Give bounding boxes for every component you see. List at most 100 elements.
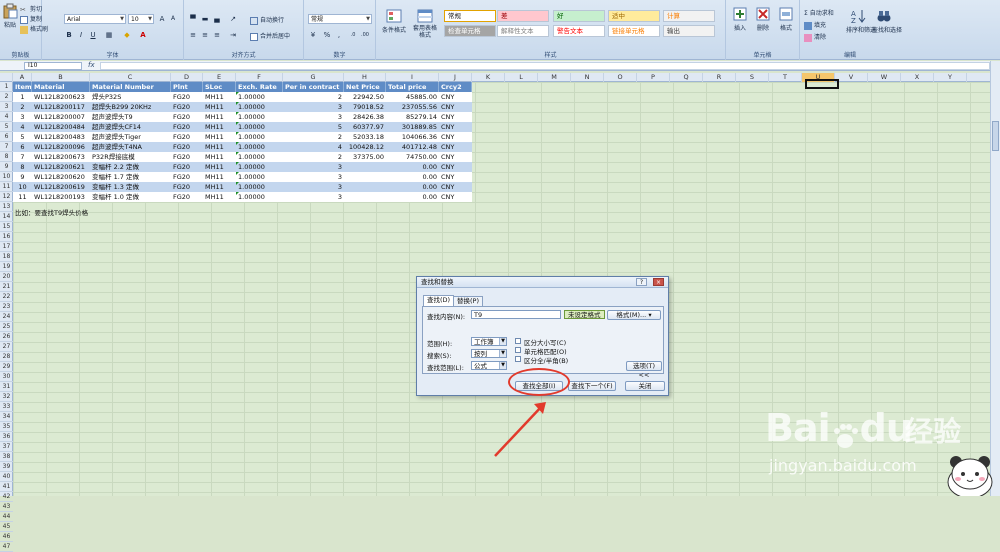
- column-header-w[interactable]: W: [868, 73, 901, 82]
- table-cell[interactable]: 2: [283, 92, 344, 102]
- table-cell[interactable]: WL12L8200117: [32, 102, 90, 112]
- table-cell[interactable]: 100428.12: [344, 142, 386, 152]
- row-header[interactable]: 14: [0, 212, 13, 222]
- bold-button[interactable]: B: [64, 30, 74, 40]
- close-icon[interactable]: ×: [653, 278, 664, 286]
- vertical-scrollbar[interactable]: [990, 61, 1000, 496]
- table-cell[interactable]: 超声波焊头Tiger: [90, 132, 171, 142]
- table-cell[interactable]: 2: [283, 132, 344, 142]
- table-cell[interactable]: 2: [13, 102, 32, 112]
- table-cell[interactable]: 1.00000: [236, 162, 283, 172]
- table-cell[interactable]: FG20: [171, 142, 203, 152]
- align-right-button[interactable]: ≡: [212, 30, 222, 40]
- table-cell[interactable]: 超声波焊头T9: [90, 112, 171, 122]
- cell-style-item[interactable]: 适中: [608, 10, 660, 22]
- conditional-format-button[interactable]: 条件格式: [380, 8, 408, 34]
- row-header[interactable]: 38: [0, 452, 13, 462]
- row-header[interactable]: 26: [0, 332, 13, 342]
- table-cell[interactable]: 0.00: [386, 182, 439, 192]
- table-cell[interactable]: 变幅杆 1.7 定做: [90, 172, 171, 182]
- row-header[interactable]: 1: [0, 82, 13, 92]
- table-cell[interactable]: WL12L8200096: [32, 142, 90, 152]
- table-cell[interactable]: 401712.48: [386, 142, 439, 152]
- align-bottom-button[interactable]: ▄: [212, 14, 222, 24]
- table-cell[interactable]: CNY: [439, 122, 472, 132]
- table-cell[interactable]: 74750.00: [386, 152, 439, 162]
- column-header-b[interactable]: B: [32, 73, 90, 82]
- table-cell[interactable]: 3: [283, 182, 344, 192]
- cell-style-item[interactable]: 链接单元格: [608, 25, 660, 37]
- search-select[interactable]: 按列 ▼: [471, 349, 507, 358]
- row-header[interactable]: 6: [0, 132, 13, 142]
- table-cell[interactable]: 1.00000: [236, 102, 283, 112]
- table-cell[interactable]: FG20: [171, 182, 203, 192]
- column-header-c[interactable]: C: [90, 73, 171, 82]
- row-header[interactable]: 23: [0, 302, 13, 312]
- close-button[interactable]: 关闭: [625, 381, 665, 391]
- row-header[interactable]: 44: [0, 512, 13, 522]
- table-cell[interactable]: 1.00000: [236, 122, 283, 132]
- column-header-h[interactable]: H: [344, 73, 386, 82]
- row-header[interactable]: 19: [0, 262, 13, 272]
- table-cell[interactable]: CNY: [439, 182, 472, 192]
- table-cell[interactable]: FG20: [171, 192, 203, 202]
- column-header-n[interactable]: N: [571, 73, 604, 82]
- font-color-button[interactable]: A: [138, 30, 148, 40]
- sort-filter-button[interactable]: AZ 排序和筛选: [846, 8, 876, 34]
- table-cell[interactable]: 104066.36: [386, 132, 439, 142]
- table-cell[interactable]: WL12L8200619: [32, 182, 90, 192]
- table-cell[interactable]: FG20: [171, 102, 203, 112]
- row-header[interactable]: 41: [0, 482, 13, 492]
- table-cell[interactable]: 1.00000: [236, 192, 283, 202]
- column-header-i[interactable]: I: [386, 73, 439, 82]
- table-header-cell[interactable]: SLoc: [203, 82, 236, 92]
- table-header-cell[interactable]: Exch. Rate: [236, 82, 283, 92]
- select-all-corner[interactable]: [0, 73, 13, 82]
- table-cell[interactable]: WL12L8200484: [32, 122, 90, 132]
- table-cell[interactable]: WL12L8200621: [32, 162, 90, 172]
- shrink-font-button[interactable]: A: [168, 14, 178, 24]
- row-header[interactable]: 25: [0, 322, 13, 332]
- table-cell[interactable]: 301889.85: [386, 122, 439, 132]
- column-header-y[interactable]: Y: [934, 73, 967, 82]
- table-cell[interactable]: 237055.56: [386, 102, 439, 112]
- options-button[interactable]: 选项(T) <<: [626, 361, 662, 379]
- wrap-text-button[interactable]: 自动换行: [250, 15, 284, 25]
- table-cell[interactable]: 0.00: [386, 192, 439, 202]
- row-header[interactable]: 7: [0, 142, 13, 152]
- note-cell[interactable]: 比如：要查找T9焊头价格: [15, 207, 88, 217]
- table-cell[interactable]: WL12L8200007: [32, 112, 90, 122]
- table-cell[interactable]: WL12L8200623: [32, 92, 90, 102]
- fill-color-button[interactable]: ◆: [122, 30, 132, 40]
- align-top-button[interactable]: ▀: [188, 14, 198, 24]
- table-cell[interactable]: 0.00: [386, 172, 439, 182]
- format-button[interactable]: 格式(M)... ▾: [607, 310, 661, 320]
- row-header[interactable]: 12: [0, 192, 13, 202]
- table-cell[interactable]: 9: [13, 172, 32, 182]
- match-case-checkbox[interactable]: [515, 338, 521, 344]
- table-cell[interactable]: 变幅杆 1.3 定做: [90, 182, 171, 192]
- column-header-q[interactable]: Q: [670, 73, 703, 82]
- cell-style-item[interactable]: 警告文本: [553, 25, 605, 37]
- table-cell[interactable]: MH11: [203, 122, 236, 132]
- row-header[interactable]: 45: [0, 522, 13, 532]
- look-in-select[interactable]: 公式 ▼: [471, 361, 507, 370]
- row-header[interactable]: 24: [0, 312, 13, 322]
- table-cell[interactable]: 22942.50: [344, 92, 386, 102]
- fill-button[interactable]: 填充: [804, 20, 826, 30]
- insert-cells-button[interactable]: 插入: [730, 6, 750, 32]
- table-cell[interactable]: CNY: [439, 172, 472, 182]
- table-cell[interactable]: FG20: [171, 132, 203, 142]
- column-header-a[interactable]: A: [13, 73, 32, 82]
- match-cell-checkbox[interactable]: [515, 347, 521, 353]
- column-header-l[interactable]: L: [505, 73, 538, 82]
- copy-button[interactable]: 复制: [20, 14, 42, 24]
- tab-replace[interactable]: 替换(P): [453, 296, 483, 306]
- table-cell[interactable]: MH11: [203, 162, 236, 172]
- table-cell[interactable]: 1.00000: [236, 142, 283, 152]
- row-header[interactable]: 39: [0, 462, 13, 472]
- merge-center-button[interactable]: 合并后居中: [250, 31, 290, 41]
- underline-button[interactable]: U: [88, 30, 98, 40]
- row-header[interactable]: 11: [0, 182, 13, 192]
- table-cell[interactable]: 85279.14: [386, 112, 439, 122]
